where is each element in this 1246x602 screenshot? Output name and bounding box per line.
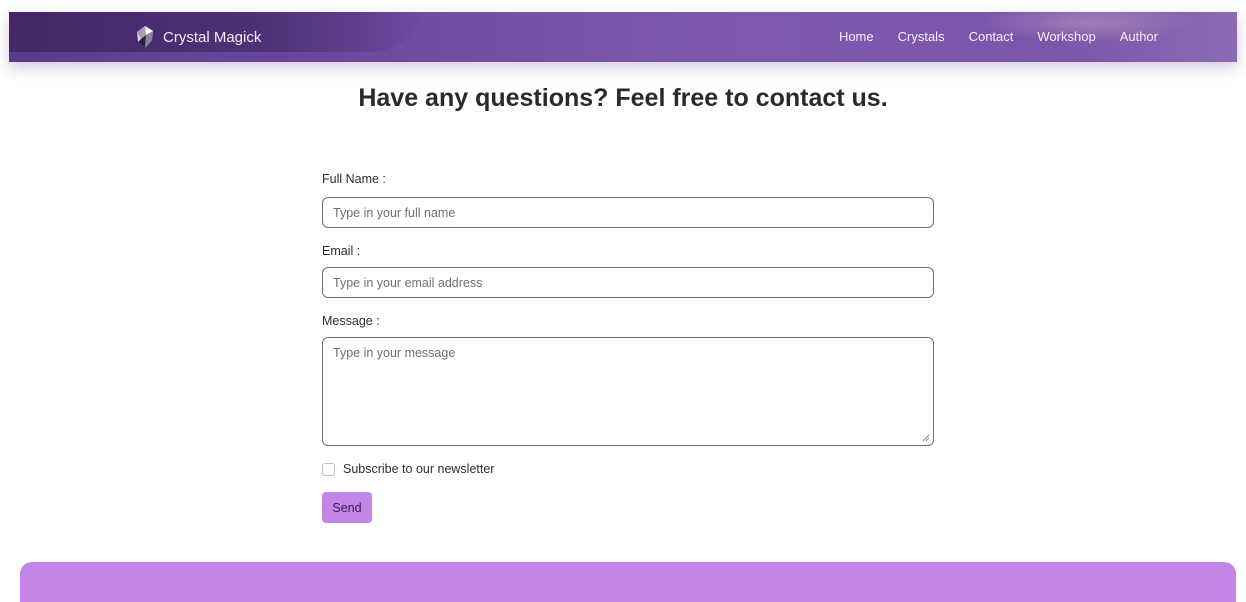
email-input[interactable] bbox=[322, 267, 934, 298]
nav-contact[interactable]: Contact bbox=[969, 29, 1014, 44]
newsletter-checkbox[interactable] bbox=[322, 462, 335, 476]
newsletter-label[interactable]: Subscribe to our newsletter bbox=[343, 462, 494, 476]
footer-banner bbox=[20, 562, 1236, 602]
full-name-input[interactable] bbox=[322, 197, 934, 228]
resize-handle-icon[interactable] bbox=[922, 434, 930, 442]
email-label: Email : bbox=[322, 244, 361, 258]
crystal-logo-icon bbox=[137, 26, 153, 48]
message-textarea[interactable] bbox=[322, 337, 934, 446]
page-title: Have any questions? Feel free to contact… bbox=[358, 84, 888, 112]
send-button[interactable]: Send bbox=[322, 492, 372, 523]
brand-link[interactable]: Crystal Magick bbox=[133, 25, 261, 49]
main-nav: Home Crystals Contact Workshop Author bbox=[839, 29, 1158, 44]
brand-name: Crystal Magick bbox=[163, 28, 262, 46]
nav-home[interactable]: Home bbox=[839, 29, 874, 44]
nav-crystals[interactable]: Crystals bbox=[898, 29, 945, 44]
top-navbar: Crystal Magick Home Crystals Contact Wor… bbox=[9, 12, 1237, 62]
nav-author[interactable]: Author bbox=[1120, 29, 1158, 44]
nav-workshop[interactable]: Workshop bbox=[1037, 29, 1095, 44]
full-name-label: Full Name : bbox=[322, 172, 386, 186]
newsletter-row[interactable]: Subscribe to our newsletter bbox=[322, 462, 494, 476]
message-label: Message : bbox=[322, 314, 380, 328]
